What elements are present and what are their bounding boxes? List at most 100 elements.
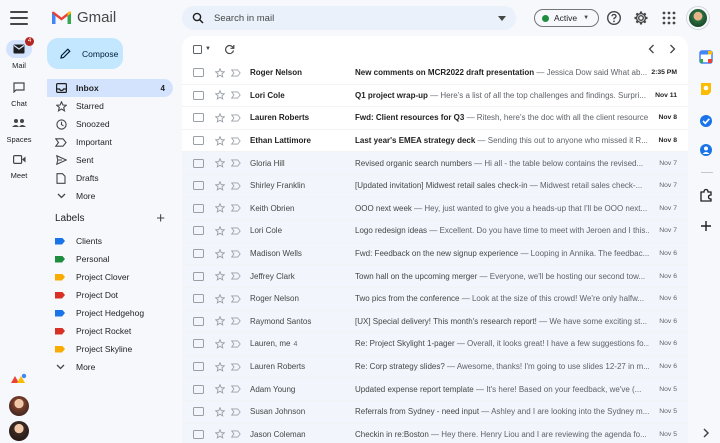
important-marker-icon[interactable] (231, 430, 241, 438)
status-selector[interactable]: Active ▼ (534, 9, 599, 27)
important-marker-icon[interactable] (231, 227, 241, 235)
rail-item-chat[interactable]: Chat (0, 78, 38, 108)
star-icon[interactable] (215, 271, 225, 281)
star-icon[interactable] (215, 225, 225, 236)
important-marker-icon[interactable] (231, 182, 241, 190)
rail-item-spaces[interactable]: Spaces (0, 114, 38, 144)
row-checkbox[interactable] (193, 136, 204, 146)
nav-item-more[interactable]: More (47, 187, 173, 205)
row-checkbox[interactable] (193, 90, 204, 100)
label-item-project-hedgehog[interactable]: Project Hedgehog (47, 304, 173, 322)
search-options-icon[interactable] (498, 15, 506, 21)
settings-gear-icon[interactable] (633, 10, 649, 26)
get-add-ons-plus-icon[interactable] (699, 219, 713, 233)
important-marker-icon[interactable] (231, 340, 241, 348)
important-marker-icon[interactable] (231, 204, 241, 212)
account-avatar-secondary[interactable] (9, 396, 29, 416)
nav-item-drafts[interactable]: Drafts (47, 169, 173, 187)
email-row[interactable]: Madison Wells Fwd: Feedback on the new si… (182, 242, 688, 266)
show-side-panel-chevron-icon[interactable] (699, 426, 713, 440)
label-item-personal[interactable]: Personal (47, 250, 173, 268)
row-checkbox[interactable] (193, 113, 204, 123)
select-all-checkbox[interactable] (193, 44, 202, 54)
star-icon[interactable] (215, 203, 225, 214)
account-avatar-tertiary[interactable] (9, 421, 29, 441)
email-row[interactable]: Adam Young Updated expense report templat… (182, 378, 688, 401)
gmail-logo[interactable]: Gmail (52, 9, 116, 26)
label-item-project-rocket[interactable]: Project Rocket (47, 322, 173, 340)
nav-item-sent[interactable]: Sent (47, 151, 173, 169)
main-menu-icon[interactable] (10, 11, 28, 25)
important-marker-icon[interactable] (231, 408, 241, 416)
newer-chevron-left-icon[interactable] (648, 44, 655, 54)
important-marker-icon[interactable] (231, 363, 241, 371)
label-item-project-skyline[interactable]: Project Skyline (47, 340, 173, 358)
row-checkbox[interactable] (193, 362, 204, 372)
label-item-project-dot[interactable]: Project Dot (47, 286, 173, 304)
important-marker-icon[interactable] (231, 69, 241, 77)
important-marker-icon[interactable] (231, 159, 241, 167)
add-label-icon[interactable]: + (156, 211, 165, 226)
email-row[interactable]: Gloria Hill Revised organic search number… (182, 152, 688, 175)
contacts-icon[interactable] (699, 143, 713, 157)
label-item-more[interactable]: More (47, 358, 173, 376)
row-checkbox[interactable] (193, 429, 204, 439)
star-icon[interactable] (215, 67, 225, 78)
star-icon[interactable] (215, 248, 225, 259)
row-checkbox[interactable] (193, 226, 204, 236)
important-marker-icon[interactable] (231, 272, 241, 280)
important-marker-icon[interactable] (231, 385, 241, 393)
rail-item-meet[interactable]: Meet (0, 150, 38, 180)
rail-item-mail[interactable]: 4 Mail (0, 37, 38, 70)
row-checkbox[interactable] (193, 384, 204, 394)
star-icon[interactable] (215, 338, 225, 349)
help-icon[interactable] (606, 10, 622, 26)
row-checkbox[interactable] (193, 294, 204, 304)
label-item-clients[interactable]: Clients (47, 232, 173, 250)
email-row[interactable]: Susan Johnson Referrals from Sydney - nee… (182, 400, 688, 424)
email-row[interactable]: Lauren Roberts Re: Corp strategy slides? … (182, 355, 688, 379)
calendar-icon[interactable] (699, 50, 713, 64)
nav-item-starred[interactable]: Starred (47, 97, 173, 115)
email-row[interactable]: Lori Cole Q1 project wrap-up — Here's a l… (182, 84, 688, 108)
select-options-chevron-icon[interactable]: ▼ (205, 46, 211, 52)
keep-icon[interactable] (699, 82, 713, 96)
star-icon[interactable] (215, 316, 225, 327)
email-row[interactable]: Roger Nelson Two pics from the conference… (182, 287, 688, 311)
compose-button[interactable]: Compose (47, 38, 123, 69)
star-icon[interactable] (215, 112, 225, 123)
row-checkbox[interactable] (193, 407, 204, 417)
search-icon[interactable] (192, 12, 204, 24)
important-marker-icon[interactable] (231, 295, 241, 303)
colorful-app-icon[interactable] (9, 370, 29, 390)
row-checkbox[interactable] (193, 316, 204, 326)
email-row[interactable]: Jason Coleman Checkin in re:Boston — Hey … (182, 423, 688, 443)
star-icon[interactable] (215, 406, 225, 417)
add-ons-puzzle-icon[interactable] (699, 188, 713, 202)
search-bar[interactable]: Search in mail (182, 6, 516, 30)
star-icon[interactable] (215, 384, 225, 394)
row-checkbox[interactable] (193, 68, 204, 78)
apps-grid-icon[interactable] (661, 10, 677, 26)
email-row[interactable]: Keith Obrien OOO next week — Hey, just wa… (182, 197, 688, 221)
star-icon[interactable] (215, 429, 225, 440)
email-row[interactable]: Lauren Roberts Fwd: Client resources for … (182, 107, 688, 130)
star-icon[interactable] (215, 135, 225, 146)
email-row[interactable]: Lori Cole Logo redesign ideas — Excellent… (182, 220, 688, 243)
star-icon[interactable] (215, 293, 225, 304)
email-row[interactable]: Roger Nelson New comments on MCR2022 draf… (182, 62, 688, 85)
nav-item-important[interactable]: Important (47, 133, 173, 151)
nav-item-inbox[interactable]: Inbox 4 (47, 79, 173, 97)
search-input[interactable]: Search in mail (214, 13, 498, 24)
nav-item-snoozed[interactable]: Snoozed (47, 115, 173, 133)
row-checkbox[interactable] (193, 339, 204, 349)
email-row[interactable]: Shirley Franklin [Updated invitation] Mid… (182, 174, 688, 198)
email-row[interactable]: Jeffrey Clark Town hall on the upcoming m… (182, 265, 688, 288)
star-icon[interactable] (215, 90, 225, 101)
row-checkbox[interactable] (193, 203, 204, 213)
important-marker-icon[interactable] (231, 250, 241, 258)
star-icon[interactable] (215, 158, 225, 169)
label-item-project-clover[interactable]: Project Clover (47, 268, 173, 286)
important-marker-icon[interactable] (231, 137, 241, 145)
row-checkbox[interactable] (193, 181, 204, 191)
